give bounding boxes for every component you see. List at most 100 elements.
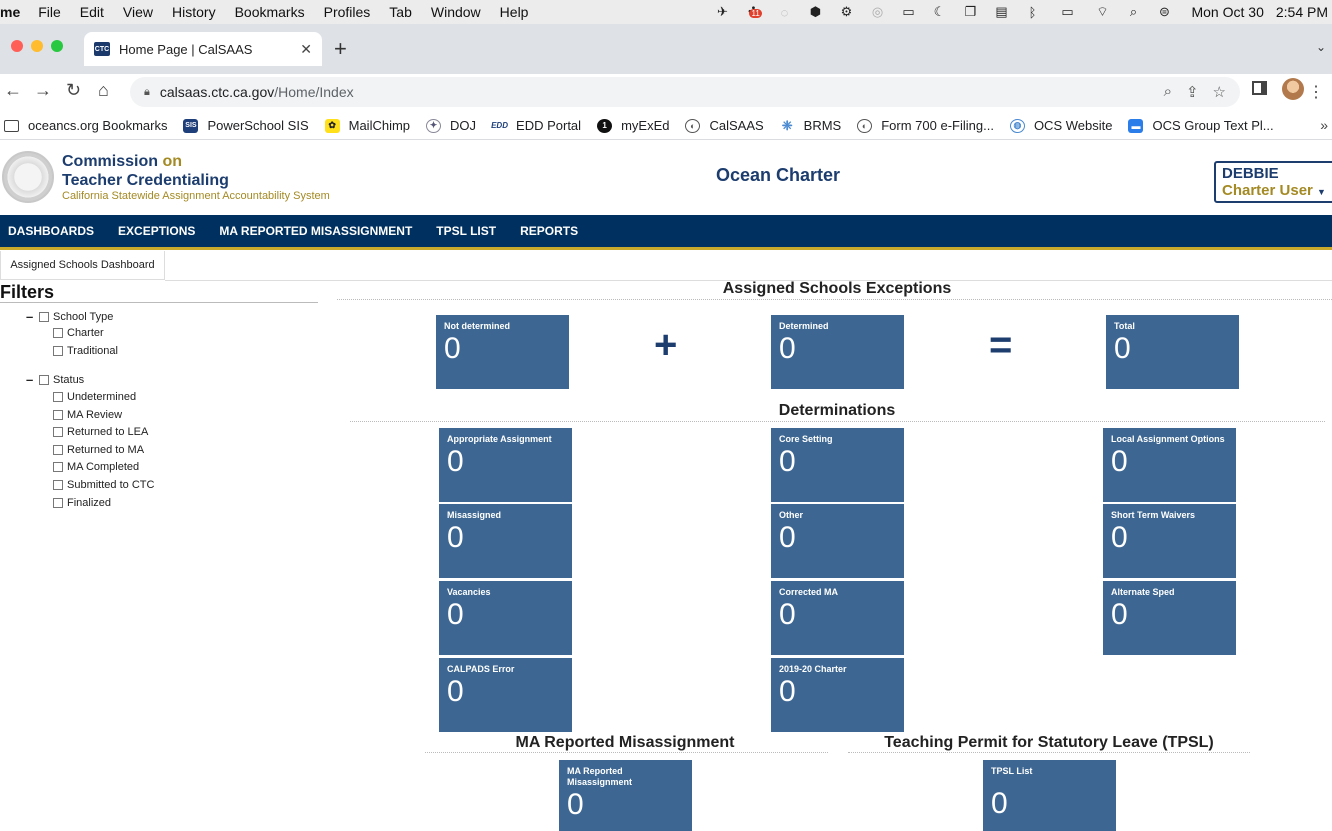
- window-status-icon[interactable]: ❐: [962, 4, 978, 19]
- screens-status-icon[interactable]: ▭: [900, 4, 916, 19]
- tab-close-icon[interactable]: ✕: [300, 41, 312, 58]
- bookmark-form700[interactable]: ◐ Form 700 e-Filing...: [857, 118, 994, 133]
- back-arrow-icon[interactable]: ←: [4, 80, 22, 101]
- battery-icon[interactable]: ▭: [1055, 4, 1079, 19]
- side-panel-icon[interactable]: [1252, 81, 1267, 95]
- menu-window[interactable]: Window: [431, 4, 481, 20]
- tile-2019-20-charter[interactable]: 2019-20 Charter 0: [771, 658, 904, 732]
- address-bar[interactable]: 🔒︎ calsaas.ctc.ca.gov/Home/Index ⌕ ⇪ ☆: [130, 77, 1240, 107]
- new-tab-icon[interactable]: +: [334, 36, 347, 62]
- tile-core-setting[interactable]: Core Setting 0: [771, 428, 904, 502]
- app-menu[interactable]: me: [0, 4, 20, 20]
- menu-tab[interactable]: Tab: [389, 4, 412, 20]
- checkbox-submitted-to-ctc[interactable]: [53, 480, 63, 490]
- checkbox-ma-review[interactable]: [53, 410, 63, 420]
- share-icon[interactable]: ⇪: [1186, 83, 1199, 101]
- bookmark-edd[interactable]: EDD EDD Portal: [491, 118, 581, 133]
- checkbox-finalized[interactable]: [53, 498, 63, 508]
- window-minimize-button[interactable]: [31, 40, 43, 52]
- menu-view[interactable]: View: [123, 4, 153, 20]
- bookmark-powerschool[interactable]: SIS PowerSchool SIS: [183, 118, 309, 133]
- bookmark-ocs-website[interactable]: ◍ OCS Website: [1009, 118, 1112, 133]
- filter-option-ma-completed[interactable]: MA Completed: [53, 461, 139, 473]
- bookmark-myexed[interactable]: 1 myExEd: [597, 118, 669, 133]
- calendar-status-icon[interactable]: ▤: [993, 4, 1009, 19]
- filter-option-ma-review[interactable]: MA Review: [53, 409, 122, 421]
- tile-alternate-sped[interactable]: Alternate Sped 0: [1103, 581, 1236, 655]
- bookmark-mailchimp[interactable]: ✿ MailChimp: [324, 118, 410, 133]
- nav-reports[interactable]: REPORTS: [520, 224, 578, 238]
- spinner-status-icon[interactable]: ◌: [776, 5, 792, 20]
- tile-misassigned[interactable]: Misassigned 0: [439, 504, 572, 578]
- checkbox-ma-completed[interactable]: [53, 462, 63, 472]
- bookmark-calsaas[interactable]: ◐ CalSAAS: [685, 118, 764, 133]
- fingerprint-status-icon[interactable]: ◎: [869, 4, 885, 19]
- collapse-icon[interactable]: –: [26, 309, 36, 324]
- bookmark-oceancs[interactable]: oceancs.org Bookmarks: [4, 118, 167, 133]
- filter-option-charter[interactable]: Charter: [53, 327, 104, 339]
- tile-tpsl-list[interactable]: TPSL List 0: [983, 760, 1116, 831]
- tile-other[interactable]: Other 0: [771, 504, 904, 578]
- bluetooth-icon[interactable]: ᛒ: [1024, 5, 1040, 20]
- filter-option-finalized[interactable]: Finalized: [53, 497, 111, 509]
- tile-determined[interactable]: Determined 0: [771, 315, 904, 389]
- menu-bookmarks[interactable]: Bookmarks: [235, 4, 305, 20]
- filter-option-undetermined[interactable]: Undetermined: [53, 391, 136, 403]
- wifi-icon[interactable]: ⌔: [1094, 4, 1110, 19]
- zoom-icon[interactable]: ⌕: [1164, 83, 1172, 101]
- tile-short-term-waivers[interactable]: Short Term Waivers 0: [1103, 504, 1236, 578]
- forward-arrow-icon[interactable]: →: [34, 80, 52, 101]
- tile-appropriate-assignment[interactable]: Appropriate Assignment 0: [439, 428, 572, 502]
- collapse-icon[interactable]: –: [26, 372, 36, 387]
- checkbox-undetermined[interactable]: [53, 392, 63, 402]
- tab-assigned-schools-dashboard[interactable]: Assigned Schools Dashboard: [0, 251, 165, 280]
- bookmark-doj[interactable]: ✦ DOJ: [426, 118, 476, 133]
- browser-tab-active[interactable]: CTC Home Page | CalSAAS ✕: [84, 32, 322, 66]
- profile-avatar[interactable]: [1282, 78, 1304, 100]
- spotlight-search-icon[interactable]: ⌕: [1125, 4, 1141, 19]
- browser-menu-icon[interactable]: ⋮: [1308, 82, 1324, 102]
- plane-status-icon[interactable]: ✈: [714, 4, 730, 19]
- window-zoom-button[interactable]: [51, 40, 63, 52]
- tile-local-assignment-options[interactable]: Local Assignment Options 0: [1103, 428, 1236, 502]
- checkbox-status[interactable]: [39, 374, 49, 385]
- menu-edit[interactable]: Edit: [80, 4, 104, 20]
- reload-icon[interactable]: ↻: [66, 80, 81, 101]
- menu-history[interactable]: History: [172, 4, 216, 20]
- menu-help[interactable]: Help: [500, 4, 529, 20]
- tile-corrected-ma[interactable]: Corrected MA 0: [771, 581, 904, 655]
- tile-vacancies[interactable]: Vacancies 0: [439, 581, 572, 655]
- bookmark-brms[interactable]: ❈ BRMS: [780, 118, 842, 134]
- menubar-date[interactable]: Mon Oct 30: [1191, 4, 1263, 20]
- shield-status-icon[interactable]: ⬢: [807, 4, 823, 19]
- nav-dashboards[interactable]: DASHBOARDS: [8, 224, 94, 238]
- lock-icon[interactable]: 🔒︎: [144, 86, 150, 99]
- user-menu[interactable]: DEBBIE Charter User ▼: [1214, 161, 1332, 203]
- checkbox-charter[interactable]: [53, 328, 63, 338]
- tile-not-determined[interactable]: Not determined 0: [436, 315, 569, 389]
- menubar-time[interactable]: 2:54 PM: [1276, 4, 1328, 20]
- nav-tpsl-list[interactable]: TPSL LIST: [436, 224, 496, 238]
- bookmarks-overflow-icon[interactable]: »: [1320, 117, 1328, 133]
- checkbox-school-type[interactable]: [39, 311, 49, 322]
- bookmark-star-icon[interactable]: ☆: [1213, 83, 1226, 101]
- tile-total[interactable]: Total 0: [1106, 315, 1239, 389]
- filter-option-returned-to-lea[interactable]: Returned to LEA: [53, 426, 148, 438]
- tab-search-chevron-icon[interactable]: ⌄: [1316, 40, 1326, 54]
- control-center-icon[interactable]: ⊜: [1156, 4, 1172, 19]
- filter-option-submitted-to-ctc[interactable]: Submitted to CTC: [53, 479, 154, 491]
- home-icon[interactable]: ⌂: [98, 80, 109, 101]
- nav-exceptions[interactable]: EXCEPTIONS: [118, 224, 195, 238]
- menu-file[interactable]: File: [38, 4, 61, 20]
- tile-ma-reported-misassignment[interactable]: MA Reported Misassignment 0: [559, 760, 692, 831]
- gear-status-icon[interactable]: ⚙: [838, 4, 854, 19]
- filter-option-returned-to-ma[interactable]: Returned to MA: [53, 444, 144, 456]
- checkbox-returned-to-ma[interactable]: [53, 445, 63, 455]
- window-close-button[interactable]: [11, 40, 23, 52]
- bookmark-ocs-text[interactable]: ▬ OCS Group Text Pl...: [1128, 118, 1274, 133]
- checkbox-returned-to-lea[interactable]: [53, 427, 63, 437]
- menu-profiles[interactable]: Profiles: [324, 4, 371, 20]
- filter-option-traditional[interactable]: Traditional: [53, 345, 118, 357]
- checkbox-traditional[interactable]: [53, 346, 63, 356]
- notification-badge-icon[interactable]: ✣11: [745, 4, 762, 19]
